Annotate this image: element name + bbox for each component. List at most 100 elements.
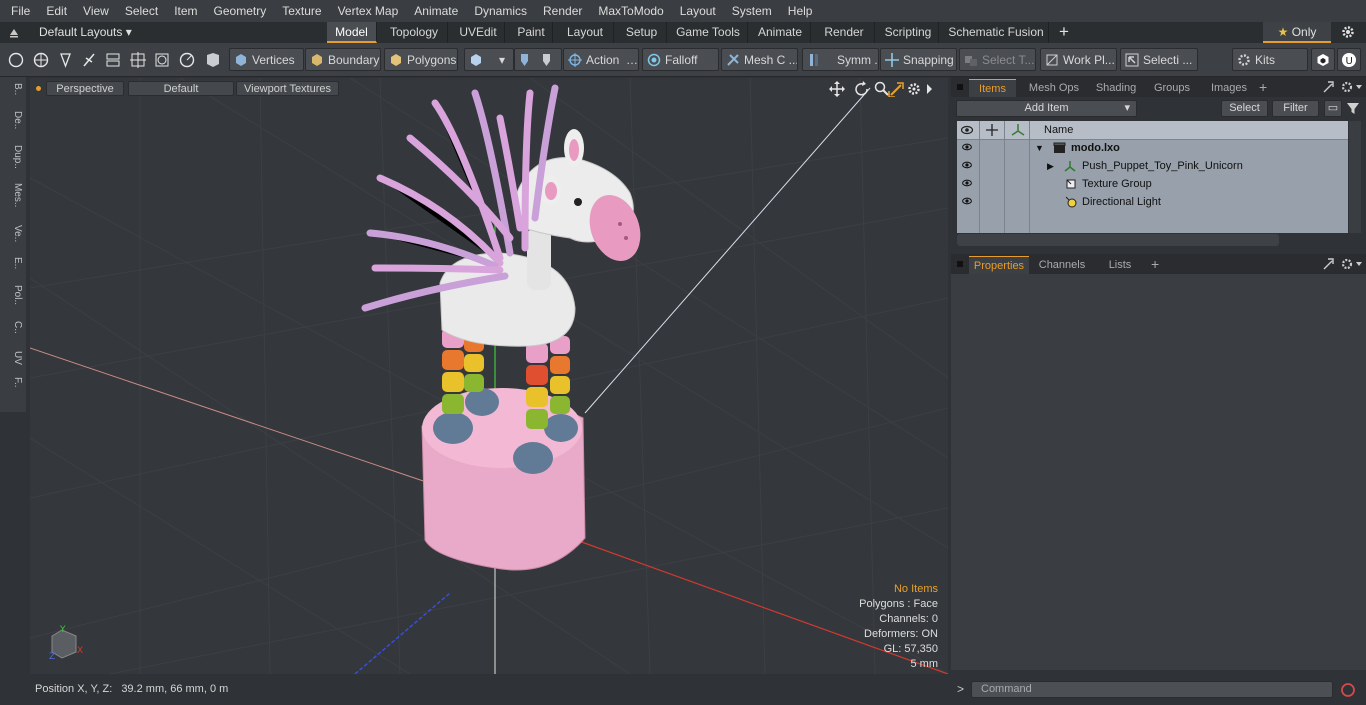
item-row-light[interactable]: Directional Light <box>957 193 1348 211</box>
tab-model[interactable]: Model <box>327 22 377 43</box>
items-tab-shading[interactable]: Shading <box>1090 79 1142 97</box>
item-list: Name ▼ modo.lxo ▶ Push_Puppet_Toy_Pink_U… <box>957 121 1348 233</box>
vertices-button[interactable]: Vertices <box>229 48 304 71</box>
menu-file[interactable]: File <box>0 0 38 22</box>
left-strip-tab-3[interactable]: Mes.. <box>3 183 23 207</box>
snapping-button[interactable]: Snapping <box>880 48 957 71</box>
items-tab-images[interactable]: Images <box>1205 79 1253 97</box>
no-items-label: No Items <box>893 583 938 595</box>
tab-render[interactable]: Render <box>814 22 875 43</box>
polygons-button[interactable]: Polygons <box>384 48 458 71</box>
action-center-button[interactable]: Action … <box>563 48 639 71</box>
left-strip-tab-7[interactable]: C.. <box>3 321 23 334</box>
properties-tab-lists[interactable]: Lists <box>1096 256 1144 274</box>
add-tab-icon[interactable]: + <box>1056 22 1072 42</box>
panel-corner-icon <box>957 84 963 90</box>
left-strip-tab-1[interactable]: De.. <box>3 111 23 129</box>
visibility-eye-icon[interactable] <box>962 197 972 205</box>
kits-button[interactable]: Kits <box>1232 48 1308 71</box>
menu-view[interactable]: View <box>75 0 117 22</box>
tab-schematic-fusion[interactable]: Schematic Fusion <box>944 22 1049 43</box>
symmetry-button[interactable]: Symm ... <box>802 48 879 71</box>
mesh-constraint-button[interactable]: Mesh C ... <box>721 48 798 71</box>
selection-sets-button[interactable]: Selecti ... <box>1120 48 1198 71</box>
snap-icons-group[interactable] <box>514 48 562 71</box>
tab-uvedit[interactable]: UVEdit <box>452 22 505 43</box>
shading-dropdown[interactable]: Default <box>128 81 234 96</box>
symmetry-icon <box>810 53 818 66</box>
items-tab-mesh-ops[interactable]: Mesh Ops <box>1024 79 1084 97</box>
menu-render[interactable]: Render <box>535 0 590 22</box>
tab-game-tools[interactable]: Game Tools <box>669 22 748 43</box>
selection-icons-group <box>6 50 226 70</box>
item-list-scrollbar[interactable] <box>1349 121 1361 233</box>
record-macro-icon[interactable] <box>1339 681 1357 699</box>
menu-help[interactable]: Help <box>780 0 821 22</box>
menu-vertex-map[interactable]: Vertex Map <box>330 0 407 22</box>
filter-button[interactable]: Filter <box>1272 100 1319 117</box>
command-input[interactable]: Command <box>971 681 1333 698</box>
tab-topology[interactable]: Topology <box>381 22 448 43</box>
collapse-icon[interactable]: ▭ <box>1324 100 1342 117</box>
tab-setup[interactable]: Setup <box>617 22 667 43</box>
item-row-scene[interactable]: ▼ modo.lxo <box>957 139 1348 157</box>
add-item-dropdown[interactable]: Add Item ▾ <box>956 100 1137 117</box>
visibility-eye-icon[interactable] <box>962 143 972 151</box>
menu-edit[interactable]: Edit <box>38 0 75 22</box>
menu-animate[interactable]: Animate <box>406 0 466 22</box>
properties-panel-body <box>951 274 1366 670</box>
unity-icon[interactable] <box>1311 48 1335 71</box>
item-row-mesh[interactable]: ▶ Push_Puppet_Toy_Pink_Unicorn <box>957 157 1348 175</box>
unreal-icon[interactable]: U <box>1337 48 1361 71</box>
tab-animate[interactable]: Animate <box>750 22 811 43</box>
left-strip-tab-2[interactable]: Dup.. <box>3 145 23 169</box>
left-strip-tab-6[interactable]: Pol.. <box>3 285 23 305</box>
properties-tab-properties[interactable]: Properties <box>969 256 1029 274</box>
item-list-hscrollbar[interactable] <box>957 234 1279 246</box>
viewport-textures-dropdown[interactable]: Viewport Textures <box>236 81 339 96</box>
menu-system[interactable]: System <box>724 0 780 22</box>
item-row-texture-group[interactable]: Texture Group <box>957 175 1348 193</box>
expand-arrow-icon[interactable]: ▶ <box>1047 157 1054 175</box>
left-strip-tab-4[interactable]: Ve.. <box>3 225 23 242</box>
left-strip-tab-9[interactable]: F.. <box>3 377 23 388</box>
layout-selector[interactable]: Default Layouts ▾ <box>39 22 132 42</box>
menu-geometry[interactable]: Geometry <box>206 0 275 22</box>
svg-text:Z: Z <box>49 652 55 662</box>
only-toggle[interactable]: ★ Only <box>1263 22 1331 43</box>
filter-funnel-icon[interactable] <box>1346 101 1360 115</box>
select-through-button[interactable]: Select T... <box>959 48 1036 71</box>
layout-arrow-icon[interactable] <box>8 26 20 38</box>
position-value: 39.2 mm, 66 mm, 0 m <box>121 683 229 695</box>
visibility-header-icon <box>961 125 973 135</box>
add-properties-tab-icon[interactable]: + <box>1151 256 1159 272</box>
boundary-button[interactable]: Boundary <box>305 48 381 71</box>
settings-gear-icon[interactable] <box>1341 25 1355 39</box>
perspective-dropdown[interactable]: Perspective <box>46 81 124 96</box>
menu-item[interactable]: Item <box>166 0 205 22</box>
menu-dynamics[interactable]: Dynamics <box>466 0 535 22</box>
properties-tab-channels[interactable]: Channels <box>1032 256 1092 274</box>
left-strip-tab-5[interactable]: E.. <box>3 257 23 269</box>
add-panel-tab-icon[interactable]: + <box>1259 79 1267 95</box>
tab-layout[interactable]: Layout <box>557 22 614 43</box>
item-mode-dropdown[interactable]: ▾ <box>464 48 514 71</box>
items-tab-items[interactable]: Items <box>969 79 1016 97</box>
menu-texture[interactable]: Texture <box>274 0 329 22</box>
menu-layout[interactable]: Layout <box>672 0 724 22</box>
left-strip-tab-0[interactable]: B.. <box>3 83 23 95</box>
work-plane-button[interactable]: Work Pl... <box>1040 48 1117 71</box>
tab-scripting[interactable]: Scripting <box>878 22 939 43</box>
select-button[interactable]: Select <box>1221 100 1268 117</box>
falloff-button[interactable]: Falloff <box>642 48 719 71</box>
visibility-eye-icon[interactable] <box>962 179 972 187</box>
items-tab-groups[interactable]: Groups <box>1149 79 1195 97</box>
expand-arrow-icon[interactable]: ▼ <box>1035 139 1044 157</box>
fit-view-icon <box>888 82 904 98</box>
3d-viewport[interactable]: Y X Z <box>30 78 948 674</box>
tab-paint[interactable]: Paint <box>510 22 553 43</box>
visibility-eye-icon[interactable] <box>962 161 972 169</box>
menu-select[interactable]: Select <box>117 0 166 22</box>
menu-maxtomodo[interactable]: MaxToModo <box>590 0 671 22</box>
left-strip-tab-8[interactable]: UV <box>3 351 23 365</box>
